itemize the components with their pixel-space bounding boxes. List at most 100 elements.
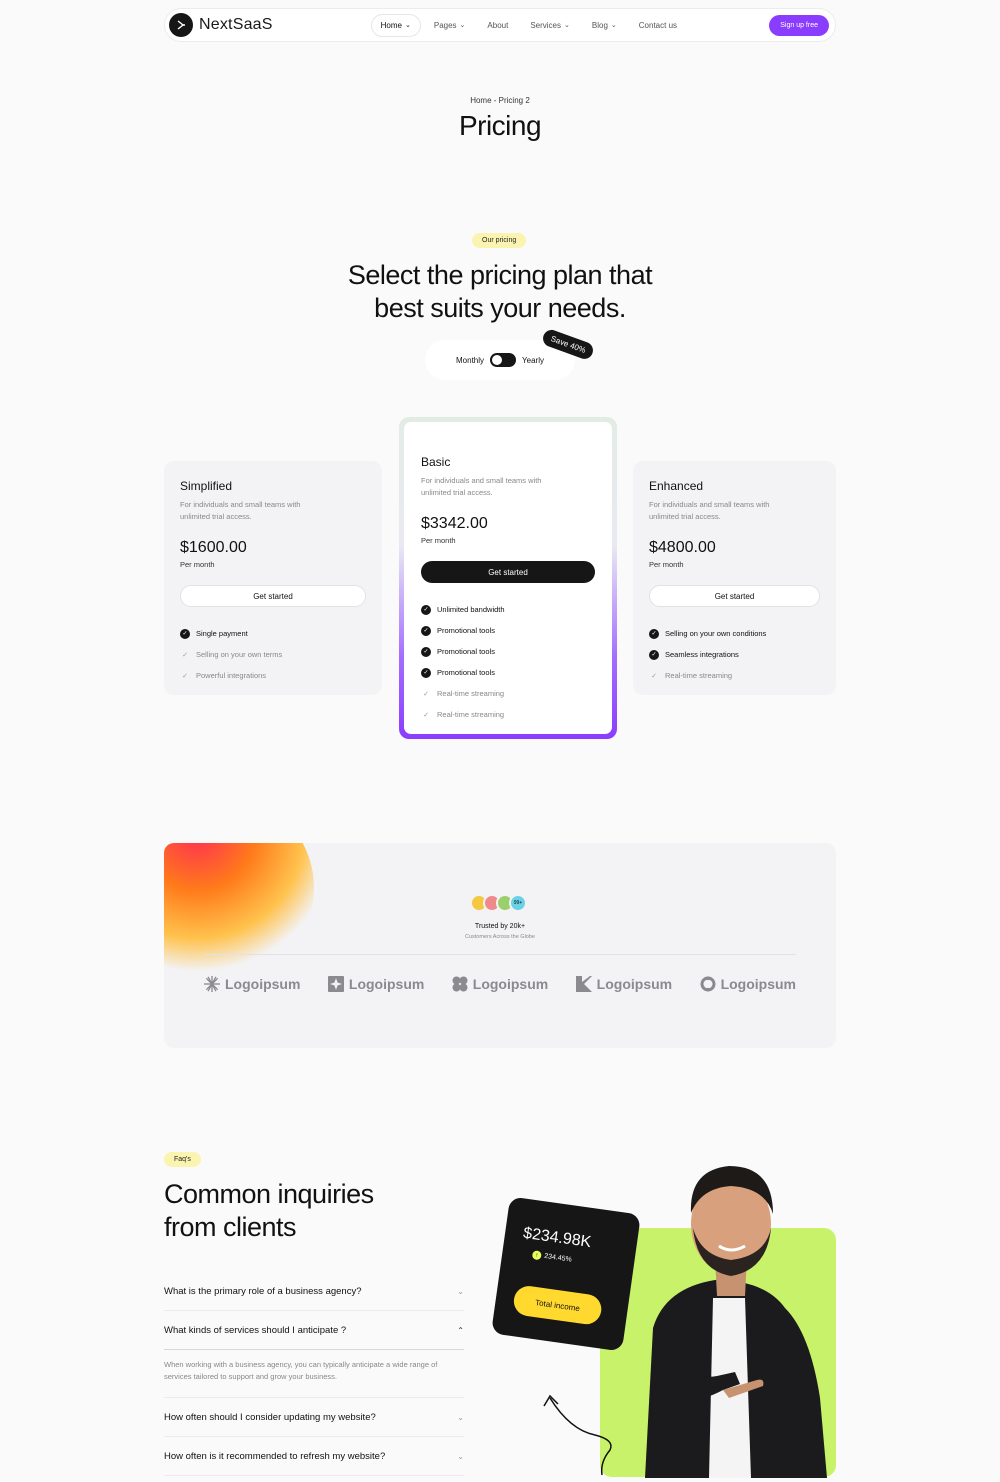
faq-item[interactable]: What is the primary role of a business a…	[164, 1272, 464, 1311]
total-income-button[interactable]: Total income	[511, 1284, 604, 1327]
get-started-button[interactable]: Get started	[421, 561, 595, 583]
plan-price: $3342.00	[421, 515, 488, 532]
toggle-yearly-label[interactable]: Yearly	[522, 356, 544, 365]
logo-text: Logoipsum	[348, 976, 425, 992]
feature-label: Real-time streaming	[665, 671, 733, 680]
signup-button[interactable]: Sign up free	[769, 14, 829, 36]
faq-question: What is the primary role of a business a…	[164, 1286, 362, 1297]
partner-logo: Logoipsum	[327, 976, 425, 992]
check-icon: ✓	[423, 711, 429, 719]
logo-icon	[169, 13, 193, 37]
breadcrumb: Home - Pricing 2	[470, 96, 530, 105]
top-navbar: NextSaaS Home ⌄ Pages ⌄ About Services ⌄ Bl…	[164, 8, 836, 42]
menu-label: Contact us	[638, 20, 678, 30]
feature-item: ✓ Selling on your own terms	[180, 644, 366, 665]
menu-label: About	[487, 20, 509, 30]
faq-question: How often should I consider updating my …	[164, 1412, 376, 1423]
faq-item[interactable]: How often is it recommended to refresh m…	[164, 1437, 464, 1476]
plan-card-basic: Basic For individuals and small teams wi…	[399, 417, 617, 739]
brand-logo[interactable]: NextSaaS	[169, 13, 273, 37]
faq-question: How often is it recommended to refresh m…	[164, 1451, 386, 1462]
feature-item: ✓ Powerful integrations	[180, 665, 366, 686]
menu-item-home[interactable]: Home ⌄	[370, 13, 421, 37]
chevron-down-icon: ⌄	[564, 21, 570, 29]
check-icon: ✓	[421, 625, 431, 636]
divider	[204, 954, 796, 955]
faq-item-expanded[interactable]: What kinds of services should I anticipa…	[164, 1311, 464, 1350]
billing-switch[interactable]	[490, 353, 517, 367]
logo-text: Logoipsum	[225, 976, 301, 992]
plan-period: Per month	[649, 560, 684, 569]
plan-card-enhanced: Enhanced For individuals and small teams…	[633, 461, 836, 695]
check-icon: ✓	[423, 690, 429, 698]
check-icon: ✓	[649, 628, 659, 639]
plan-price: $4800.00	[649, 539, 716, 556]
feature-item: ✓ Promotional tools	[421, 662, 595, 683]
feature-label: Seamless integrations	[665, 650, 739, 659]
check-icon: ✓	[182, 672, 188, 680]
check-icon: ✓	[651, 672, 657, 680]
plan-description: For individuals and small teams with unl…	[421, 476, 542, 497]
menu-label: Home	[380, 20, 402, 30]
menu-item-about[interactable]: About	[478, 15, 517, 36]
feature-list: ✓ Selling on your own conditions ✓ Seamles…	[649, 623, 820, 686]
income-change: ↑ 234.45%	[531, 1250, 573, 1264]
menu-label: Pages	[433, 20, 457, 30]
feature-label: Promotional tools	[437, 668, 495, 677]
faq-answer: When working with a business agency, you…	[164, 1350, 464, 1398]
feature-item: ✓ Seamless integrations	[649, 644, 820, 665]
plan-period: Per month	[180, 560, 215, 569]
toggle-monthly-label[interactable]: Monthly	[456, 356, 484, 365]
partner-logo: Logoipsum	[700, 976, 796, 992]
chevron-down-icon: ⌄	[457, 1413, 464, 1422]
feature-label: Powerful integrations	[196, 671, 267, 680]
logo-text: Logoipsum	[596, 976, 673, 992]
plan-description: For individuals and small teams with unl…	[649, 500, 770, 521]
feature-label: Selling on your own conditions	[665, 629, 767, 638]
faq-heading-line: Common inquiries	[164, 1179, 374, 1209]
get-started-button[interactable]: Get started	[649, 585, 820, 607]
pricing-badge: Our pricing	[472, 233, 527, 248]
feature-list: ✓ Unlimited bandwidth ✓ Promotional tools …	[421, 599, 595, 725]
menu-item-blog[interactable]: Blog ⌄	[583, 15, 626, 36]
faq-heading: Common inquiries from clients	[164, 1178, 374, 1244]
partner-logo: Logoipsum	[204, 976, 300, 992]
arrow-up-icon: ↑	[531, 1250, 542, 1261]
feature-label: Unlimited bandwidth	[437, 605, 505, 614]
chevron-up-icon: ⌃	[457, 1326, 464, 1335]
feature-item: ✓ Promotional tools	[421, 620, 595, 641]
main-menu: Home ⌄ Pages ⌄ About Services ⌄ Blog ⌄ Conta…	[370, 13, 686, 37]
feature-item: ✓ Real-time streaming	[421, 704, 595, 725]
plan-name: Basic	[421, 455, 451, 469]
feature-list: ✓ Single payment ✓ Selling on your own ter…	[180, 623, 366, 686]
feature-label: Selling on your own terms	[196, 650, 283, 659]
brand-name: NextSaaS	[199, 16, 273, 33]
feature-item: ✓ Promotional tools	[421, 641, 595, 662]
check-icon: ✓	[180, 628, 190, 639]
trusted-by-section: 99+ Trusted by 20k+ Customers Across the…	[164, 843, 836, 1048]
feature-item: ✓ Real-time streaming	[421, 683, 595, 704]
check-icon: ✓	[649, 649, 659, 660]
faq-heading-line: from clients	[164, 1212, 297, 1242]
feature-label: Promotional tools	[437, 647, 495, 656]
trust-title: Trusted by 20k+	[474, 923, 526, 930]
feature-label: Single payment	[196, 629, 248, 638]
check-icon: ✓	[421, 604, 431, 615]
menu-item-contact[interactable]: Contact us	[630, 15, 686, 36]
menu-label: Blog	[591, 20, 608, 30]
get-started-button[interactable]: Get started	[180, 585, 366, 607]
feature-item: ✓ Selling on your own conditions	[649, 623, 820, 644]
check-icon: ✓	[421, 646, 431, 657]
partner-logos: Logoipsum Logoipsum Logoipsum Logoipsum …	[204, 976, 796, 992]
menu-item-pages[interactable]: Pages ⌄	[425, 15, 475, 36]
feature-label: Promotional tools	[437, 626, 495, 635]
income-change-value: 234.45%	[543, 1252, 573, 1264]
feature-label: Real-time streaming	[437, 689, 505, 698]
menu-item-services[interactable]: Services ⌄	[521, 15, 579, 36]
faq-question: What kinds of services should I anticipa…	[164, 1325, 347, 1336]
faq-list: What is the primary role of a business a…	[164, 1272, 464, 1476]
faq-item[interactable]: How often should I consider updating my …	[164, 1398, 464, 1437]
plan-period: Per month	[421, 536, 456, 545]
menu-label: Services	[530, 20, 562, 30]
plan-name: Enhanced	[649, 479, 704, 493]
